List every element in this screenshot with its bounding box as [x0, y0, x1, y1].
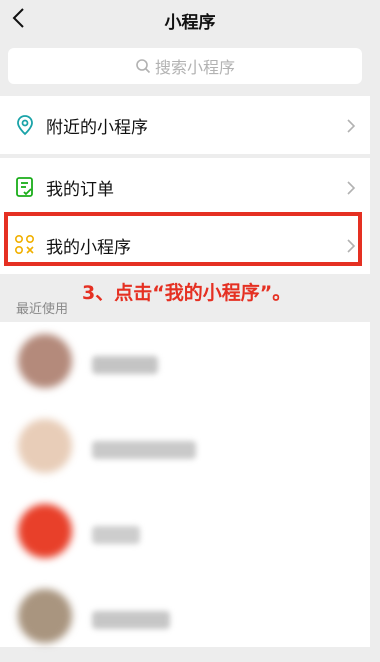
- menu-item-label: 附近的小程序: [46, 117, 148, 138]
- page-edge: [370, 100, 380, 647]
- menu-item-nearby[interactable]: 附近的小程序: [0, 96, 370, 154]
- list-item[interactable]: [0, 407, 370, 492]
- header: 小程序: [0, 0, 380, 40]
- order-list-icon: [16, 177, 33, 197]
- recent-list: [0, 322, 370, 647]
- blurred-name: [92, 441, 196, 459]
- avatar: [18, 419, 72, 473]
- blurred-name: [92, 611, 170, 629]
- blurred-name: [92, 526, 140, 544]
- chevron-right-icon: [347, 119, 356, 133]
- chevron-right-icon: [347, 181, 356, 195]
- search-placeholder: 搜索小程序: [154, 58, 235, 77]
- search-input[interactable]: 搜索小程序: [8, 48, 362, 84]
- search-icon: [136, 59, 151, 74]
- page-title: 小程序: [164, 13, 216, 33]
- list-item[interactable]: [0, 577, 370, 662]
- annotation-text: 3、点击“我的小程序”。: [82, 282, 292, 304]
- highlight-box: [4, 212, 362, 266]
- section-title-recent: 最近使用: [16, 302, 69, 317]
- avatar: [18, 589, 72, 643]
- location-pin-icon: [17, 115, 33, 136]
- avatar: [18, 334, 72, 388]
- avatar: [18, 504, 72, 558]
- blurred-name: [92, 356, 158, 374]
- menu-item-label: 我的订单: [46, 179, 114, 200]
- list-item[interactable]: [0, 492, 370, 577]
- menu-item-orders[interactable]: 我的订单: [0, 158, 370, 216]
- nearby-card: 附近的小程序: [0, 96, 370, 154]
- list-item[interactable]: [0, 322, 370, 407]
